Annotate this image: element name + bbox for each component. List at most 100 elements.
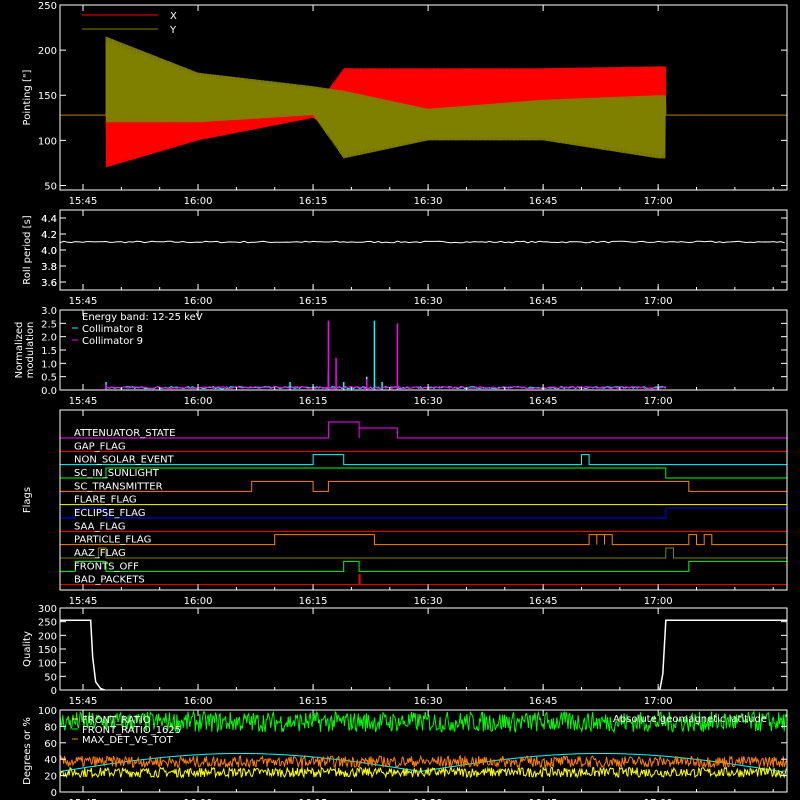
x-tick-label: 16:45 — [529, 396, 558, 407]
flag-line — [60, 480, 787, 492]
x-tick-label: 16:15 — [299, 596, 328, 607]
y-tick-label: 60 — [44, 739, 57, 750]
flag-line — [60, 507, 787, 519]
x-tick-label: 17:00 — [644, 696, 673, 707]
y-axis-label: modulation — [25, 322, 36, 379]
legend-label: Y — [169, 25, 177, 36]
legend-label: MAX_DET_VS_TOT — [82, 735, 174, 746]
y-axis-label: Normalized — [14, 322, 25, 379]
x-tick-label: 15:45 — [69, 296, 98, 307]
x-tick-label: 17:00 — [644, 396, 673, 407]
multi-panel-chart: 50100150200250XYPointing ["]15:45 16:00 16… — [14, 1, 788, 800]
x-tick-label: 16:15 — [299, 396, 328, 407]
y-tick-label: 20 — [44, 772, 57, 783]
flag-label: SAA_FLAG — [74, 521, 125, 532]
panel-pointing: 50 100 150 200 250 XY Pointing ["] 15:45 16:00 16… — [22, 1, 788, 207]
modulation-plot-area — [105, 320, 667, 390]
x-tick-label: 17:00 — [644, 596, 673, 607]
x-tick-label: 16:00 — [184, 596, 213, 607]
flag-line — [60, 560, 787, 572]
x-tick-label: 16:30 — [414, 296, 443, 307]
roll-period-line — [60, 240, 785, 244]
x-tick-label: 16:00 — [184, 296, 213, 307]
x-tick-label: 16:15 — [299, 696, 328, 707]
y-tick-label: 250 — [38, 1, 57, 12]
y-tick-label: 100 — [38, 659, 57, 670]
x-tick-label: 17:00 — [644, 196, 673, 207]
x-tick-label: 16:30 — [414, 196, 443, 207]
y-tick-label: 100 — [38, 136, 57, 147]
flags-plot-area — [60, 421, 787, 586]
x-tick-label: 16:30 — [414, 596, 443, 607]
panel-roll: 3.63.84.04.24.43.63.84.04.24.4Roll perio… — [22, 209, 788, 307]
x-tick-label: 16:30 — [414, 396, 443, 407]
y-tick-label: 50 — [44, 672, 57, 683]
y-tick-label: 2.0 — [41, 333, 57, 344]
x-tick-label: 16:00 — [184, 396, 213, 407]
roll-plot-area — [60, 240, 785, 244]
flag-label: GAP_FLAG — [74, 441, 126, 452]
flag-label: ATTENUATOR_STATE — [74, 428, 175, 439]
y-tick-label: 50 — [44, 181, 57, 192]
y-axis-label: Degrees or % — [22, 717, 33, 785]
annotation-label: Absolute geomagnetic latitude — [613, 714, 767, 725]
flag-label: SC_TRANSMITTER — [74, 481, 163, 492]
flag-label: AAZ_FLAG — [74, 548, 126, 559]
x-tick-label: 16:45 — [529, 196, 558, 207]
legend-label: Collimator 8 — [82, 324, 143, 335]
roll-frame — [59, 209, 788, 291]
x-tick-label: 15:45 — [69, 196, 98, 207]
flag-label: PARTICLE_FLAG — [74, 535, 151, 546]
flag-line — [60, 467, 787, 479]
y-axis-label: Flags — [22, 487, 33, 513]
quality-plot-area — [60, 619, 787, 690]
y-tick-label: 1.0 — [41, 359, 57, 370]
y-tick-label: 0 — [51, 686, 57, 697]
x-tick-label: 16:00 — [184, 196, 213, 207]
flag-label: SC_IN_SUNLIGHT — [74, 468, 160, 479]
y-tick-label: 250 — [38, 618, 57, 629]
y-tick-label: 0.0 — [41, 386, 57, 397]
flag-label: BAD_PACKETS — [74, 575, 145, 586]
flag-label: FLARE_FLAG — [74, 495, 137, 506]
x-tick-label: 15:45 — [69, 396, 98, 407]
legend-label: Collimator 9 — [82, 336, 143, 347]
panel-flags: ATTENUATOR_STATE GAP_FLAG NON_SOLAR_EVENT S… — [22, 409, 788, 607]
series-ratio-line — [60, 754, 787, 770]
y-tick-label: 0.5 — [41, 373, 57, 384]
flag-label: NON_SOLAR_EVENT — [74, 455, 175, 466]
x-tick-label: 17:00 — [644, 296, 673, 307]
y-tick-label: 4.4 — [41, 214, 57, 225]
y-axis-label: Pointing ["] — [22, 69, 33, 125]
x-tick-label: 16:00 — [184, 696, 213, 707]
y-tick-label: 150 — [38, 645, 57, 656]
legend-title: Energy band: 12-25 keV — [82, 312, 203, 323]
x-tick-label: 16:15 — [299, 196, 328, 207]
y-tick-label: 4.2 — [41, 230, 57, 241]
y-tick-label: 40 — [44, 755, 57, 766]
flag-line — [60, 534, 787, 546]
y-tick-label: 100 — [38, 706, 57, 717]
y-tick-label: 2.5 — [41, 319, 57, 330]
x-tick-label: 15:45 — [69, 696, 98, 707]
x-tick-label: 16:30 — [414, 696, 443, 707]
flag-label: ECLIPSE_FLAG — [74, 508, 145, 519]
y-tick-label: 3.6 — [41, 278, 57, 289]
y-tick-label: 80 — [44, 722, 57, 733]
series-ratio-line — [60, 766, 787, 779]
x-tick-label: 15:45 — [69, 596, 98, 607]
flag-line — [60, 547, 787, 559]
quality-line — [659, 619, 787, 690]
y-tick-label: 300 — [38, 604, 57, 615]
y-axis-label: Roll period [s] — [22, 215, 33, 284]
y-tick-label: 4.0 — [41, 246, 57, 257]
flag-line — [60, 574, 787, 586]
y-tick-label: 3.0 — [41, 306, 57, 317]
pointing-plot-area — [60, 36, 787, 168]
y-tick-label: 0 — [51, 788, 57, 799]
y-axis-label: Quality — [22, 631, 33, 667]
quality-line — [60, 619, 105, 690]
y-tick-label: 200 — [38, 46, 57, 57]
panel-modulation: 0.0 0.5 1.0 1.5 2.0 2.5 3.0 Energy band: 12-25 … — [14, 306, 788, 407]
panel-ratios: 020406080100FRONT_RATIOFRONT_RATIO_1625M… — [22, 706, 788, 800]
